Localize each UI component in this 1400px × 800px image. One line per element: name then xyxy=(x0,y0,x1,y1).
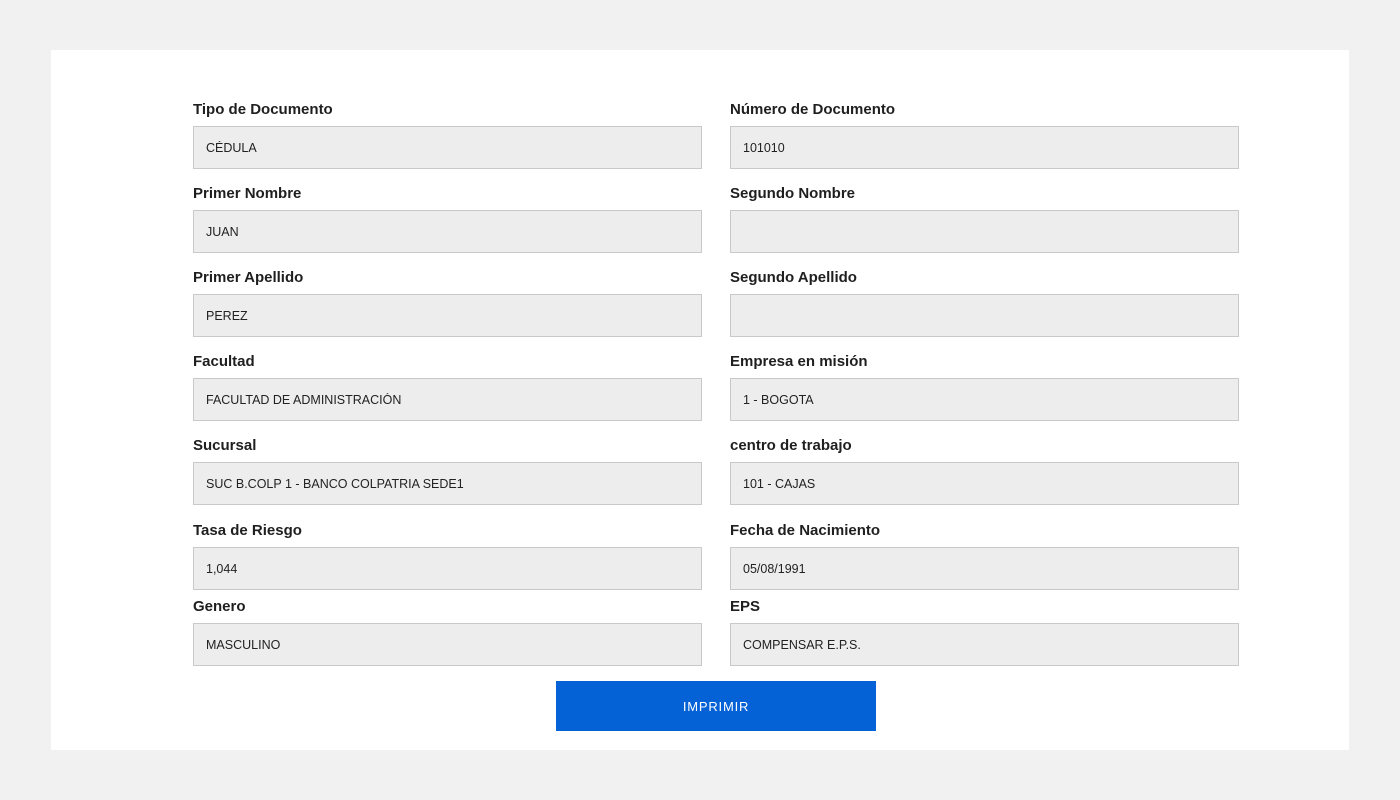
segundo-nombre-input[interactable] xyxy=(730,210,1239,253)
field-empresa-mision: Empresa en misión xyxy=(730,352,1239,421)
form-card: Tipo de Documento Número de Documento Pr… xyxy=(51,50,1349,750)
primer-apellido-input[interactable] xyxy=(193,294,702,337)
empresa-mision-input[interactable] xyxy=(730,378,1239,421)
field-segundo-apellido: Segundo Apellido xyxy=(730,268,1239,337)
field-label: Genero xyxy=(193,598,246,615)
field-centro-trabajo: centro de trabajo xyxy=(730,436,1239,505)
segundo-apellido-input[interactable] xyxy=(730,294,1239,337)
eps-input[interactable] xyxy=(730,623,1239,666)
numero-documento-input[interactable] xyxy=(730,126,1239,169)
field-label: centro de trabajo xyxy=(730,437,852,454)
field-label: Fecha de Nacimiento xyxy=(730,522,881,539)
field-tipo-documento: Tipo de Documento xyxy=(193,100,702,169)
field-genero: Genero xyxy=(193,597,702,666)
field-facultad: Facultad xyxy=(193,352,702,421)
field-segundo-nombre: Segundo Nombre xyxy=(730,184,1239,253)
field-label: Segundo Nombre xyxy=(730,185,856,202)
genero-input[interactable] xyxy=(193,623,702,666)
field-label: Número de Documento xyxy=(730,101,896,118)
tasa-riesgo-input[interactable] xyxy=(193,547,702,590)
field-label: Empresa en misión xyxy=(730,353,868,370)
field-label: Primer Apellido xyxy=(193,269,304,286)
field-tasa-riesgo: Tasa de Riesgo xyxy=(193,521,702,590)
field-label: Facultad xyxy=(193,353,255,370)
field-primer-nombre: Primer Nombre xyxy=(193,184,702,253)
fecha-nacimiento-input[interactable] xyxy=(730,547,1239,590)
field-label: Segundo Apellido xyxy=(730,269,857,286)
facultad-input[interactable] xyxy=(193,378,702,421)
field-sucursal: Sucursal xyxy=(193,436,702,505)
field-fecha-nacimiento: Fecha de Nacimiento xyxy=(730,521,1239,590)
centro-trabajo-input[interactable] xyxy=(730,462,1239,505)
field-label: Sucursal xyxy=(193,437,257,454)
field-label: EPS xyxy=(730,598,761,615)
tipo-documento-input[interactable] xyxy=(193,126,702,169)
field-label: Tasa de Riesgo xyxy=(193,522,302,539)
field-primer-apellido: Primer Apellido xyxy=(193,268,702,337)
print-button[interactable]: IMPRIMIR xyxy=(556,681,876,731)
primer-nombre-input[interactable] xyxy=(193,210,702,253)
sucursal-input[interactable] xyxy=(193,462,702,505)
field-label: Tipo de Documento xyxy=(193,101,333,118)
field-numero-documento: Número de Documento xyxy=(730,100,1239,169)
field-label: Primer Nombre xyxy=(193,185,302,202)
field-eps: EPS xyxy=(730,597,1239,666)
